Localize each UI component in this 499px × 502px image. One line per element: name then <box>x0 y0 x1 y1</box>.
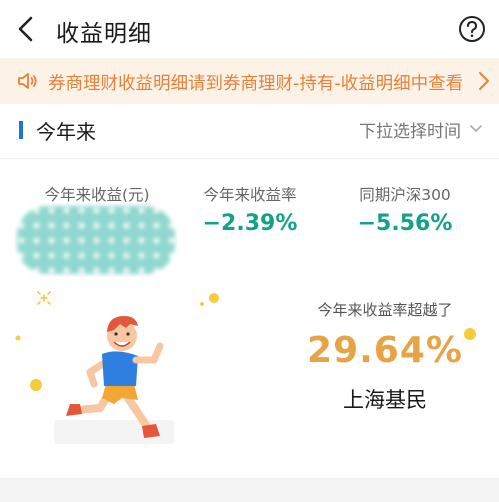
section-accent-bar <box>19 121 23 139</box>
header-bar: 收益明细 <box>0 0 499 58</box>
notice-text: 券商理财收益明细请到券商理财-持有-收益明细中查看 <box>48 74 464 94</box>
back-button[interactable] <box>10 12 44 46</box>
coin-icon <box>30 379 42 391</box>
chevron-left-icon <box>18 16 33 42</box>
sparkle-icon <box>37 291 51 305</box>
coin-icon <box>464 328 476 340</box>
index-label: 同期沪深300 <box>359 186 451 204</box>
masked-income-value <box>17 206 175 274</box>
dropdown-label: 下拉选择时间 <box>359 121 461 142</box>
question-circle-icon <box>459 16 485 42</box>
ranking-percent: 29.64% <box>307 330 463 371</box>
return-rate-value: −2.39% <box>202 211 298 236</box>
chevron-down-icon <box>470 125 482 132</box>
chevron-right-icon <box>479 72 489 90</box>
notice-banner[interactable]: 券商理财收益明细请到券商理财-持有-收益明细中查看 <box>0 58 499 104</box>
divider <box>0 158 499 159</box>
help-button[interactable] <box>458 15 486 43</box>
coin-icon <box>209 293 219 303</box>
ranking-label: 今年来收益率超越了 <box>317 301 453 319</box>
speaker-icon <box>18 73 37 89</box>
runner-illustration <box>15 291 219 444</box>
ranking-group: 上海基民 <box>343 388 427 412</box>
page-title: 收益明细 <box>56 21 152 47</box>
index-value: −5.56% <box>357 211 453 236</box>
period-title: 今年来 <box>36 120 96 144</box>
return-rate-label: 今年来收益率 <box>203 186 297 204</box>
time-range-dropdown[interactable]: 下拉选择时间 <box>359 117 483 142</box>
income-label: 今年来收益(元) <box>44 186 150 204</box>
bottom-band <box>0 478 499 502</box>
